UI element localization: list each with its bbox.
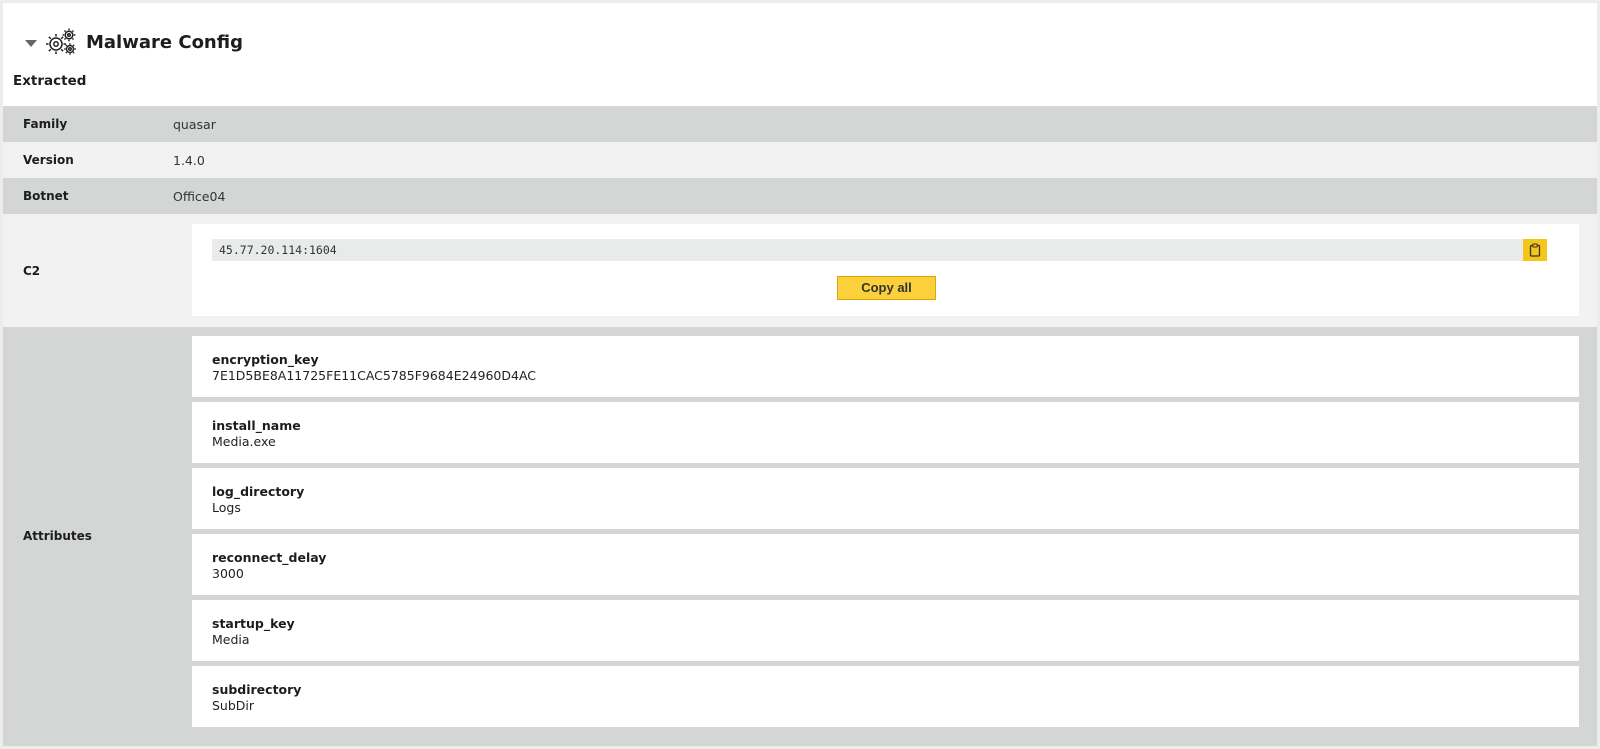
attribute-name: startup_key — [212, 616, 295, 631]
version-label: Version — [23, 153, 74, 167]
version-value: 1.4.0 — [173, 152, 205, 168]
version-row: Version 1.4.0 — [3, 142, 1597, 178]
attribute-card: subdirectory SubDir — [192, 666, 1579, 727]
attribute-name: reconnect_delay — [212, 550, 327, 565]
c2-label: C2 — [23, 263, 41, 278]
copy-all-button[interactable]: Copy all — [837, 276, 936, 300]
c2-row: C2 45.77.20.114:1604 Copy all — [3, 214, 1597, 327]
section-title: Malware Config — [86, 31, 243, 53]
attributes-row: Attributes encryption_key 7E1D5BE8A11725… — [3, 327, 1597, 746]
attribute-card: encryption_key 7E1D5BE8A11725FE11CAC5785… — [192, 336, 1579, 397]
attribute-value: Logs — [212, 500, 241, 515]
botnet-label: Botnet — [23, 189, 69, 203]
attribute-card: reconnect_delay 3000 — [192, 534, 1579, 595]
attribute-card: startup_key Media — [192, 600, 1579, 661]
attribute-value: Media — [212, 632, 250, 647]
c2-value[interactable]: 45.77.20.114:1604 — [219, 243, 337, 257]
attribute-card: install_name Media.exe — [192, 402, 1579, 463]
caret-down-icon[interactable] — [25, 39, 37, 47]
attribute-name: encryption_key — [212, 352, 319, 367]
attribute-value: SubDir — [212, 698, 255, 713]
c2-value-field[interactable]: 45.77.20.114:1604 — [212, 239, 1547, 261]
attribute-name: subdirectory — [212, 682, 302, 697]
copy-c2-button[interactable] — [1523, 239, 1547, 261]
section-subtitle: Extracted — [13, 73, 87, 89]
c2-box: 45.77.20.114:1604 Copy all — [192, 224, 1579, 316]
botnet-row: Botnet Office04 — [3, 178, 1597, 214]
attribute-value: Media.exe — [212, 434, 276, 449]
family-row: Family quasar — [3, 106, 1597, 142]
attribute-value: 7E1D5BE8A11725FE11CAC5785F9684E24960D4AC — [212, 368, 537, 383]
clipboard-icon[interactable] — [1529, 243, 1541, 257]
gears-icon — [46, 28, 76, 55]
attribute-name: log_directory — [212, 484, 305, 499]
attributes-label: Attributes — [23, 529, 92, 543]
attribute-card: log_directory Logs — [192, 468, 1579, 529]
attribute-value: 3000 — [212, 566, 244, 581]
section-header[interactable]: Malware Config — [3, 3, 1597, 69]
family-label: Family — [23, 117, 68, 131]
attribute-name: install_name — [212, 418, 301, 433]
family-value: quasar — [173, 116, 216, 132]
botnet-value: Office04 — [173, 188, 226, 204]
malware-config-panel: Malware Config Extracted Family quasar V… — [3, 3, 1597, 746]
